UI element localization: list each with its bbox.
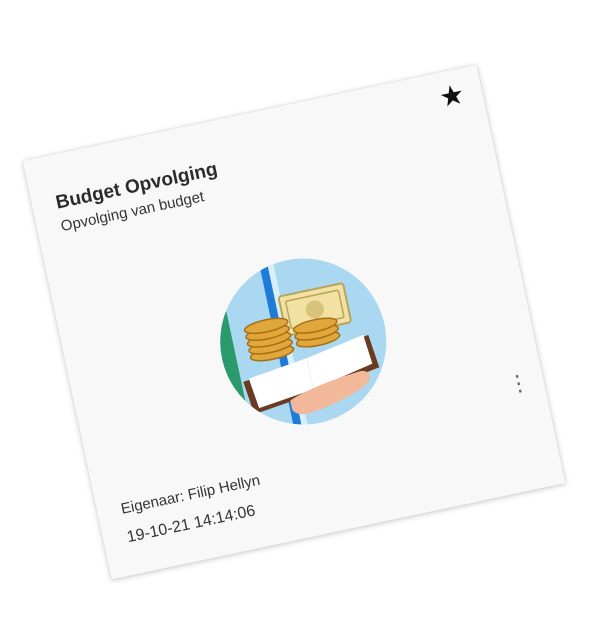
screen: ★ Budget Opvolging Opvolging van budget	[0, 0, 597, 633]
more-vertical-icon[interactable]: ⋮	[505, 369, 532, 398]
star-icon[interactable]: ★	[436, 78, 467, 114]
budget-book-money-icon	[204, 243, 402, 440]
budget-card[interactable]: ★ Budget Opvolging Opvolging van budget	[22, 64, 566, 580]
